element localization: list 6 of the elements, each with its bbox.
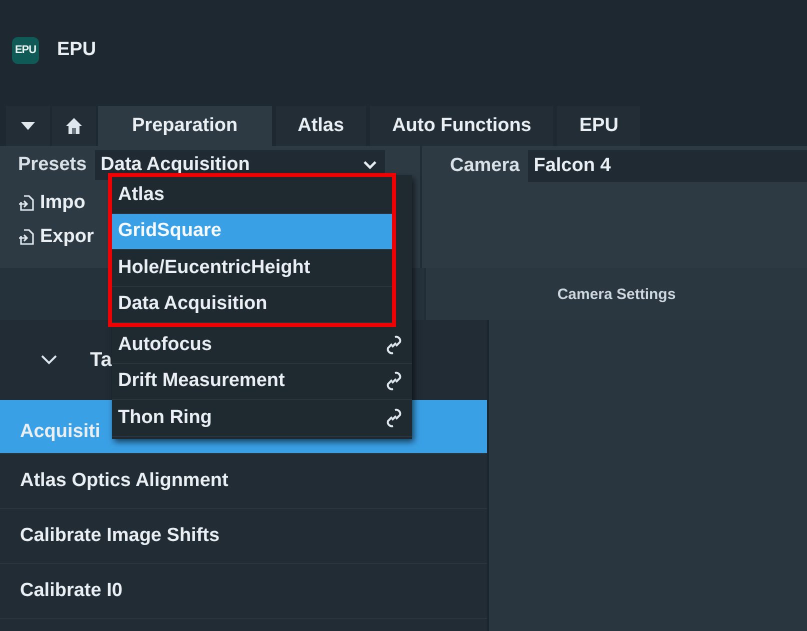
- section-title: Ta: [90, 348, 112, 372]
- presets-label: Presets: [18, 154, 87, 176]
- app-logo: EPU: [12, 36, 39, 64]
- window-title: EPU: [57, 39, 96, 61]
- camera-label: Camera: [450, 155, 520, 177]
- panel-title: Camera Settings: [557, 286, 676, 302]
